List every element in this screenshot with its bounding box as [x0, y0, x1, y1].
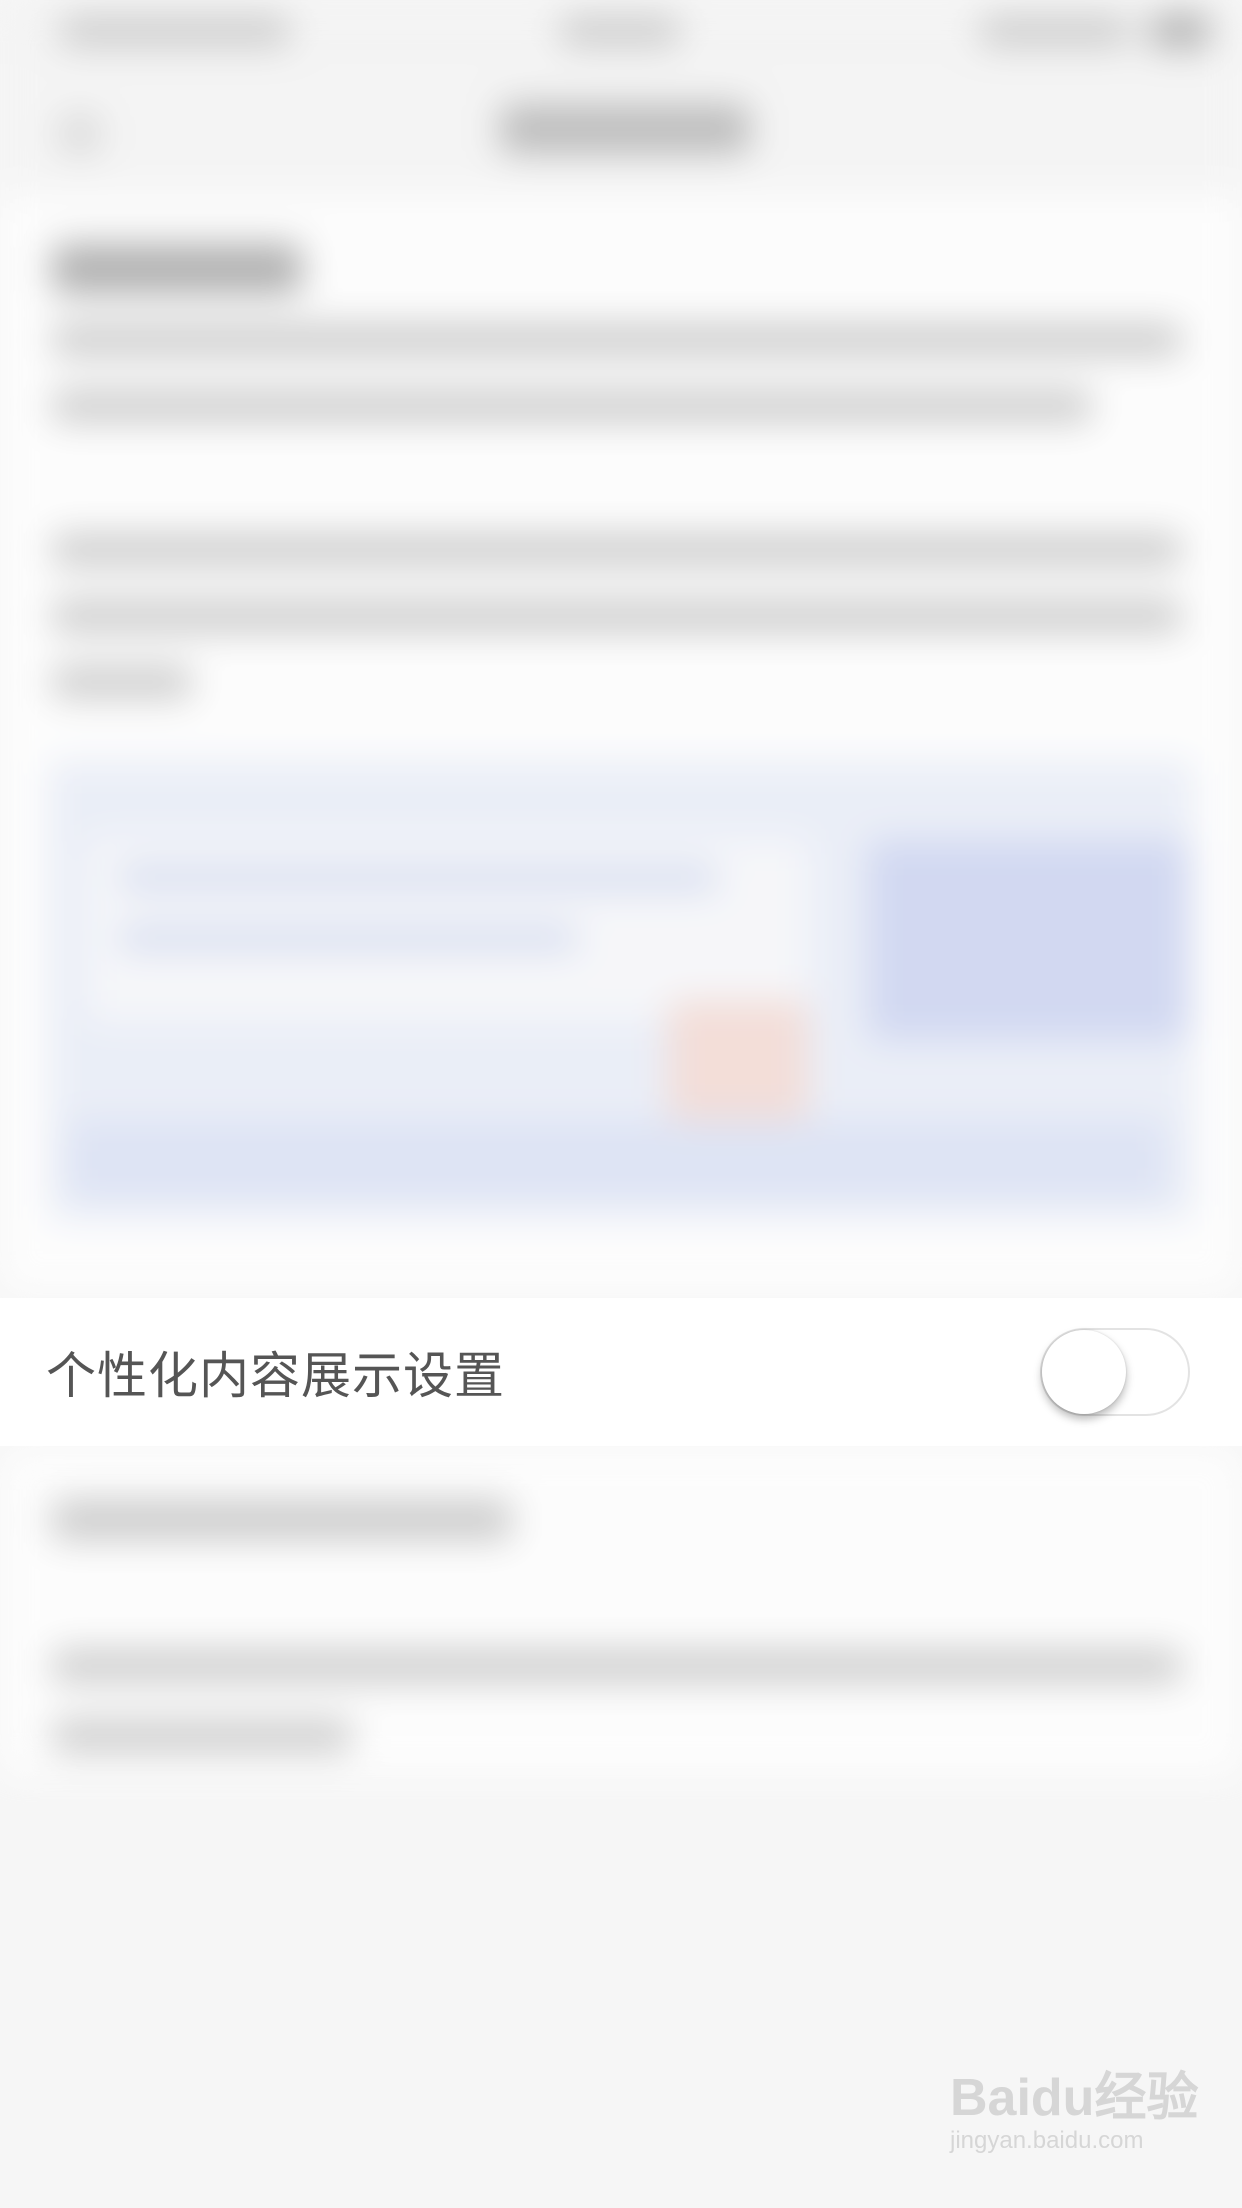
blurred-background — [0, 0, 1242, 2208]
status-bar — [0, 0, 1242, 64]
navigation-bar — [0, 64, 1242, 194]
preview-panel — [48, 760, 1194, 1220]
toggle-knob — [1042, 1330, 1126, 1414]
lower-text-placeholder — [52, 1720, 352, 1752]
baidu-jingyan-watermark: Baidu经验 jingyan.baidu.com — [950, 2069, 1199, 2180]
lower-text-placeholder — [52, 1650, 1182, 1682]
lower-heading-placeholder — [52, 1500, 512, 1540]
watermark-logo: Baidu经验 — [950, 2069, 1199, 2127]
personalized-content-setting-row: 个性化内容展示设置 — [0, 1298, 1242, 1446]
personalized-content-toggle[interactable] — [1040, 1328, 1190, 1416]
screen: 个性化内容展示设置 Baidu经验 jingyan.baidu.com — [0, 0, 1242, 2208]
setting-label: 个性化内容展示设置 — [46, 1347, 505, 1405]
watermark-url: jingyan.baidu.com — [950, 2127, 1144, 2154]
